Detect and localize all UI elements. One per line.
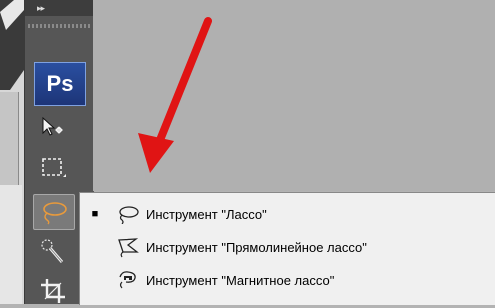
panel-header[interactable]: ▸▸ bbox=[25, 0, 94, 16]
checked-mark: ■ bbox=[91, 208, 99, 220]
lasso-icon bbox=[110, 204, 146, 224]
menu-item-magnetic-lasso[interactable]: Инструмент "Магнитное лассо" bbox=[80, 265, 495, 295]
crop-tool-icon[interactable] bbox=[33, 274, 73, 308]
ps-logo: Ps bbox=[34, 62, 86, 106]
menu-item-lasso[interactable]: ■ Инструмент "Лассо" bbox=[80, 199, 495, 229]
menu-item-label: Инструмент "Лассо" bbox=[146, 206, 267, 222]
lasso-tool-icon[interactable] bbox=[33, 194, 75, 230]
menu-item-label: Инструмент "Магнитное лассо" bbox=[146, 272, 335, 288]
panel-corner-shape bbox=[0, 0, 24, 90]
quick-selection-tool-icon[interactable] bbox=[33, 235, 73, 269]
menu-item-label: Инструмент "Прямолинейное лассо" bbox=[146, 239, 367, 255]
lasso-flyout-menu: ■ Инструмент "Лассо" Инструмент "Прямоли… bbox=[79, 192, 495, 305]
marquee-tool-icon[interactable] bbox=[33, 152, 73, 186]
red-arrow-icon bbox=[138, 17, 212, 173]
panel-grip[interactable] bbox=[28, 24, 91, 28]
menu-item-polygonal-lasso[interactable]: Инструмент "Прямолинейное лассо" bbox=[80, 232, 495, 262]
move-tool-icon[interactable] bbox=[33, 110, 73, 144]
magnetic-lasso-icon bbox=[110, 269, 146, 291]
polygonal-lasso-icon bbox=[110, 236, 146, 258]
collapse-icon[interactable]: ▸▸ bbox=[37, 0, 45, 16]
left-panel-lower bbox=[0, 185, 22, 304]
